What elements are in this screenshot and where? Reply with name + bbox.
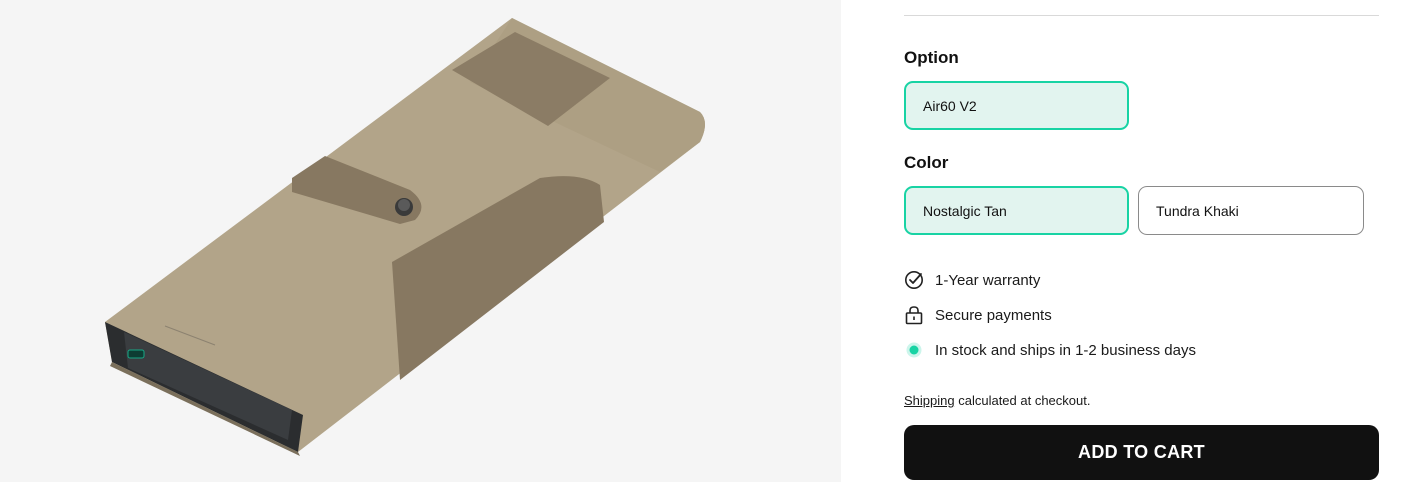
product-options-panel: Option Air60 V2 Color Nostalgic Tan Tund… bbox=[904, 0, 1379, 482]
color-choice-label: Tundra Khaki bbox=[1156, 202, 1239, 219]
option-choice-label: Air60 V2 bbox=[923, 97, 977, 114]
stock-text: In stock and ships in 1-2 business days bbox=[935, 341, 1196, 359]
warranty-feature: 1-Year warranty bbox=[904, 270, 1040, 290]
color-choice-label: Nostalgic Tan bbox=[923, 202, 1007, 219]
shipping-note: Shipping calculated at checkout. bbox=[904, 393, 1090, 408]
warranty-text: 1-Year warranty bbox=[935, 271, 1041, 289]
product-image-gallery bbox=[0, 0, 841, 482]
color-tundra-khaki-button[interactable]: Tundra Khaki bbox=[1138, 186, 1364, 235]
lock-icon bbox=[904, 305, 924, 325]
stock-feature: In stock and ships in 1-2 business days bbox=[904, 340, 1196, 360]
color-label: Color bbox=[904, 153, 949, 172]
payments-text: Secure payments bbox=[935, 306, 1052, 324]
payments-feature: Secure payments bbox=[904, 305, 1052, 325]
divider bbox=[904, 15, 1379, 16]
shipping-text: calculated at checkout. bbox=[954, 393, 1091, 408]
option-label: Option bbox=[904, 48, 959, 67]
shipping-link[interactable]: Shipping bbox=[904, 393, 955, 408]
add-to-cart-button[interactable]: ADD TO CART bbox=[904, 425, 1379, 480]
in-stock-dot-icon bbox=[904, 340, 924, 360]
add-to-cart-label: ADD TO CART bbox=[1078, 442, 1205, 462]
product-image bbox=[105, 18, 705, 456]
option-air60-v2-button[interactable]: Air60 V2 bbox=[904, 81, 1129, 130]
color-nostalgic-tan-button[interactable]: Nostalgic Tan bbox=[904, 186, 1129, 235]
check-badge-icon bbox=[904, 270, 924, 290]
